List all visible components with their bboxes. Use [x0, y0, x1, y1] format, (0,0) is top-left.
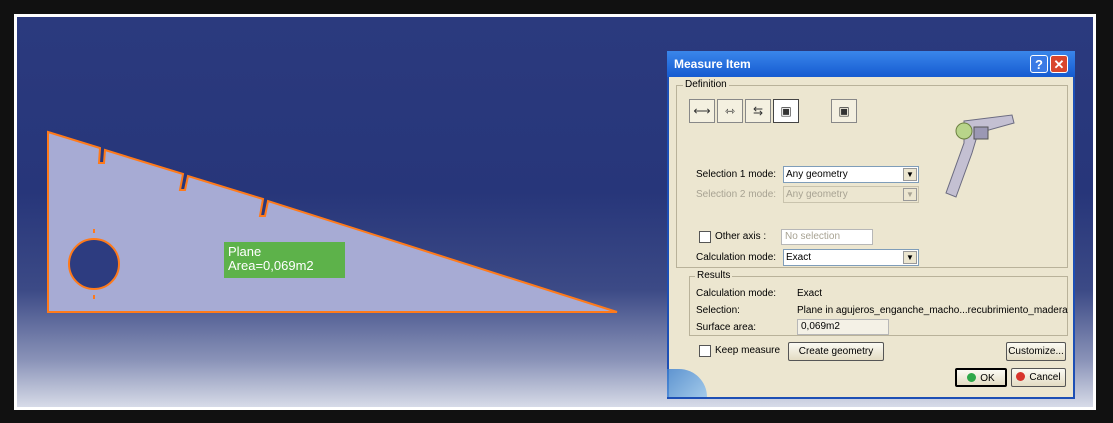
close-button[interactable]: ✕	[1050, 55, 1068, 73]
measure-item-dialog[interactable]: Measure Item ? ✕ Definition ⟷ ⇿ ⇆ ▣ ▣ Se…	[667, 51, 1075, 399]
screenshot-frame: Plane Area=0,069m2 Measure Item ? ✕ Defi…	[0, 0, 1113, 423]
chevron-down-icon: ▼	[903, 188, 917, 201]
selection1-mode-label: Selection 1 mode:	[696, 169, 777, 180]
selection1-mode-value: Any geometry	[786, 169, 848, 180]
keep-measure-checkbox[interactable]	[699, 345, 711, 357]
results-calc-mode-value: Exact	[797, 288, 823, 299]
results-calc-mode-label: Calculation mode:	[696, 288, 777, 299]
measure-between-chain-icon[interactable]: ⇿	[717, 99, 743, 123]
caliper-icon	[945, 114, 1015, 198]
results-selection-label: Selection:	[696, 305, 740, 316]
results-selection-value: Plane in agujeros_enganche_macho...recub…	[797, 305, 1068, 316]
create-geometry-button[interactable]: Create geometry	[788, 342, 884, 361]
dialog-titlebar[interactable]: Measure Item ? ✕	[667, 51, 1075, 77]
calculation-mode-value: Exact	[786, 252, 812, 263]
chevron-down-icon: ▼	[903, 251, 917, 264]
selection2-mode-value: Any geometry	[786, 189, 848, 200]
cancel-icon	[1016, 372, 1026, 381]
other-axis-checkbox[interactable]	[699, 231, 711, 243]
customize-button[interactable]: Customize...	[1006, 342, 1066, 361]
measure-between-icon[interactable]: ⟷	[689, 99, 715, 123]
measure-item-icon[interactable]: ▣	[773, 99, 799, 123]
other-axis-label: Other axis :	[715, 231, 767, 242]
ok-label: OK	[980, 373, 995, 384]
surface-area-value: 0,069m2	[797, 319, 889, 335]
triangular-plate[interactable]	[47, 130, 618, 313]
selection1-mode-select[interactable]: Any geometry ▼	[783, 166, 919, 183]
selection2-mode-label: Selection 2 mode:	[696, 189, 777, 200]
cancel-button[interactable]: Cancel	[1011, 368, 1066, 387]
calculation-mode-select[interactable]: Exact ▼	[783, 249, 919, 266]
definition-label: Definition	[683, 79, 729, 90]
catia-viewport[interactable]: Plane Area=0,069m2 Measure Item ? ✕ Defi…	[14, 14, 1096, 410]
cancel-label: Cancel	[1029, 372, 1061, 383]
annotation-type: Plane	[228, 244, 262, 259]
selection2-mode-select: Any geometry ▼	[783, 186, 919, 203]
other-axis-field: No selection	[781, 229, 873, 245]
surface-area-label: Surface area:	[696, 322, 757, 333]
dialog-title: Measure Item	[674, 57, 751, 71]
annotation-area: Area=0,069m2	[228, 258, 314, 273]
ok-button[interactable]: OK	[955, 368, 1007, 387]
ok-icon	[967, 373, 977, 382]
results-label: Results	[695, 270, 733, 281]
calculation-mode-label: Calculation mode:	[696, 252, 777, 263]
measure-between-fan-icon[interactable]: ⇆	[745, 99, 771, 123]
measure-thickness-icon[interactable]: ▣	[831, 99, 857, 123]
globe-icon	[667, 369, 707, 397]
chevron-down-icon: ▼	[903, 168, 917, 181]
help-button[interactable]: ?	[1030, 55, 1048, 73]
plate-hole[interactable]	[68, 238, 120, 290]
keep-measure-label: Keep measure	[715, 345, 781, 356]
measure-annotation[interactable]: Plane Area=0,069m2	[224, 242, 345, 278]
